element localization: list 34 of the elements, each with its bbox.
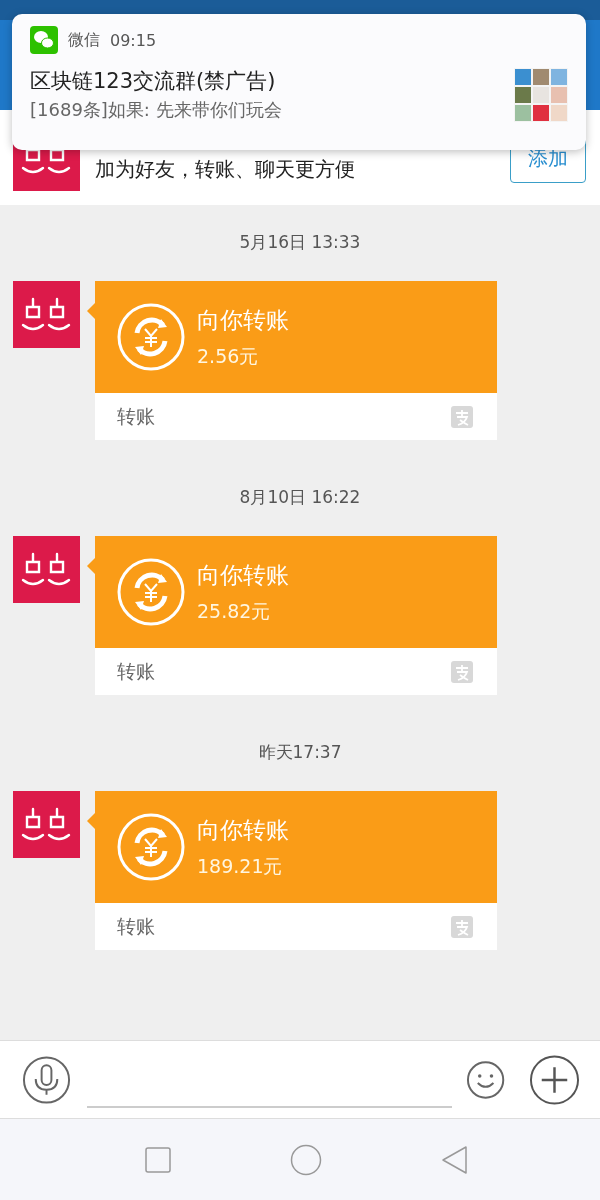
notification-message: [1689条]如果: 先来带你们玩会: [30, 98, 282, 122]
payment-icon: [451, 405, 473, 428]
transfer-title: 向你转账: [197, 816, 289, 845]
timestamp: 昨天17:37: [257, 741, 343, 764]
recents-icon[interactable]: [145, 1146, 172, 1173]
banner-text: 加为好友，转账、聊天更方便: [95, 156, 356, 183]
plus-icon[interactable]: [529, 1053, 580, 1106]
payment-icon: [451, 660, 473, 683]
transfer-title: 向你转账: [197, 561, 289, 590]
emoji-icon[interactable]: [465, 1059, 505, 1100]
avatar-icon: [13, 536, 80, 603]
notification-title: 区块链123交流群(禁广告): [30, 68, 277, 95]
transfer-label: 转账: [117, 913, 155, 939]
timestamp: 5月16日 13:33: [238, 231, 362, 254]
notification-card[interactable]: 微信 09:15 区块链123交流群(禁广告) [1689条]如果: 先来带你们玩会: [12, 14, 586, 150]
transfer-label: 转账: [117, 403, 155, 429]
yuan-exchange-icon: [117, 303, 185, 371]
yuan-exchange-icon: [117, 558, 185, 626]
transfer-amount: 2.56元: [197, 344, 260, 369]
home-icon[interactable]: [290, 1143, 322, 1176]
yuan-exchange-icon: [117, 813, 185, 881]
avatar-icon: [13, 281, 80, 348]
avatar-icon: [13, 791, 80, 858]
chat-bubbles-icon: [30, 26, 58, 54]
back-icon[interactable]: [440, 1144, 469, 1175]
transfer-title: 向你转账: [197, 306, 289, 335]
transfer-amount: 189.21元: [197, 854, 284, 879]
app-name: 微信: [68, 29, 100, 51]
microphone-icon[interactable]: [22, 1054, 72, 1105]
timestamp: 8月10日 16:22: [238, 486, 362, 509]
notification-time: 09:15: [110, 30, 157, 50]
payment-icon: [451, 915, 473, 938]
transfer-amount: 25.82元: [197, 599, 272, 624]
transfer-label: 转账: [117, 658, 155, 684]
